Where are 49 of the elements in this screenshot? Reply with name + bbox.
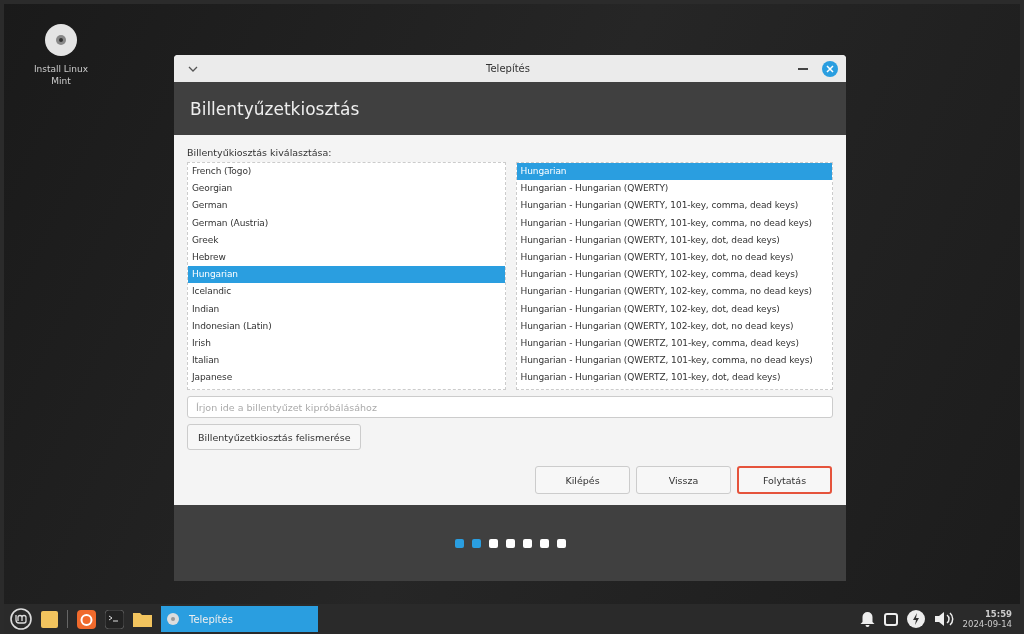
layout-item[interactable]: Greek [188,231,505,249]
variant-item[interactable]: Hungarian - Hungarian (QWERTZ, 101-key, comma, no dead keys) [516,352,832,370]
layout-item[interactable]: Indian [188,300,505,318]
dialog-button[interactable]: Folytatás [737,466,832,494]
disc-icon [167,613,179,625]
layout-item[interactable]: Japanese [188,369,505,387]
clock-date[interactable]: 2024-09-14 [962,619,1012,629]
variant-item[interactable]: Hungarian - Hungarian (QWERTY, 102-key, dot, dead keys) [516,300,832,318]
bell-icon[interactable] [859,610,875,628]
page-heading: Billentyűzetkiosztás [190,98,360,119]
desktop-icon-label[interactable]: Install Linux Mint [30,63,92,87]
close-icon[interactable] [822,60,838,77]
window-title: Telepítés [485,63,531,74]
layout-item[interactable]: German (Austria) [188,214,505,232]
layout-item[interactable]: Irish [188,334,505,353]
variant-item[interactable]: Hungarian - Hungarian (QWERTZ, 101-key, dot, dead keys) [516,369,832,387]
layout-item[interactable]: French (Togo) [188,163,505,181]
window-icon[interactable] [883,612,898,626]
layout-item[interactable]: Italian [188,352,505,370]
lightning-icon[interactable] [906,610,925,628]
layout-item[interactable]: Hebrew [188,248,505,267]
layout-item[interactable]: Georgian [188,180,505,198]
folder-icon[interactable] [133,611,152,627]
layout-item[interactable]: Icelandic [188,283,505,301]
terminal-icon[interactable] [105,609,124,629]
menu-logo-icon[interactable] [10,608,32,630]
keyboard-test-field[interactable]: Írjon ide a billentyűzet kipróbálásához [187,396,833,418]
browser-icon[interactable] [77,609,96,629]
clock-time[interactable]: 15:59 [984,609,1012,619]
variant-item[interactable]: Hungarian - Hungarian (QWERTY, 102-key, dot, no dead keys) [516,317,832,335]
variant-item[interactable]: Hungarian - Hungarian (QWERTY, 102-key, comma, dead keys) [516,266,832,284]
disc-icon[interactable] [44,23,78,57]
dialog-button[interactable]: Kilépés [535,466,630,494]
layout-item[interactable]: German [188,197,505,215]
variant-item[interactable]: Hungarian - Hungarian (QWERTY, 101-key, comma, no dead keys) [516,214,832,232]
variant-item[interactable]: Hungarian - Hungarian (QWERTY) [516,180,832,198]
variant-item[interactable]: Hungarian - Hungarian (QWERTY, 102-key, comma, no dead keys) [516,283,832,301]
layout-item[interactable]: Indonesian (Latin) [188,317,505,335]
taskbar-window-label: Telepítés [189,613,233,625]
variant-item[interactable]: Hungarian - Hungarian (QWERTY, 101-key, dot, dead keys) [516,231,832,249]
layout-prompt: Billentyűkiosztás kiválasztása: [187,147,333,158]
volume-icon[interactable] [933,611,954,627]
dialog-button[interactable]: Vissza [636,466,731,494]
detect-layout-button[interactable]: Billentyűzetkiosztás felismerése [187,424,362,450]
variant-item[interactable]: Hungarian - Hungarian (QWERTZ, 101-key, comma, dead keys) [516,334,832,353]
minimize-icon[interactable] [798,67,808,70]
variant-item[interactable]: Hungarian - Hungarian (QWERTY, 101-key, dot, no dead keys) [516,248,832,267]
variant-item[interactable]: Hungarian - Hungarian (QWERTY, 101-key, comma, dead keys) [516,197,832,215]
chevron-down-icon[interactable] [188,65,198,72]
